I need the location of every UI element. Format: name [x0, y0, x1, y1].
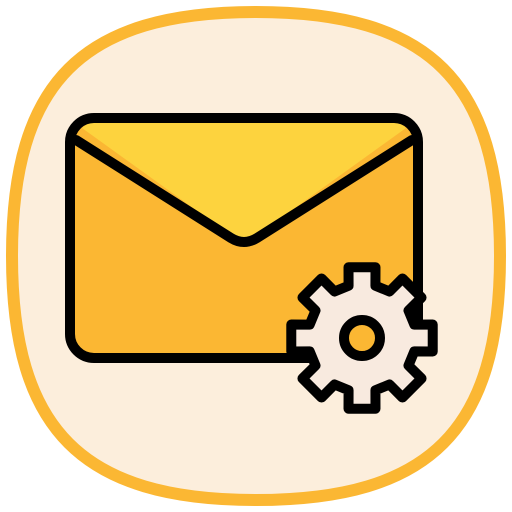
mail-settings-icon: [5, 5, 507, 507]
gear-center-hole: [339, 315, 385, 361]
icon-canvas: [0, 0, 512, 512]
gear-icon: [286, 262, 438, 414]
